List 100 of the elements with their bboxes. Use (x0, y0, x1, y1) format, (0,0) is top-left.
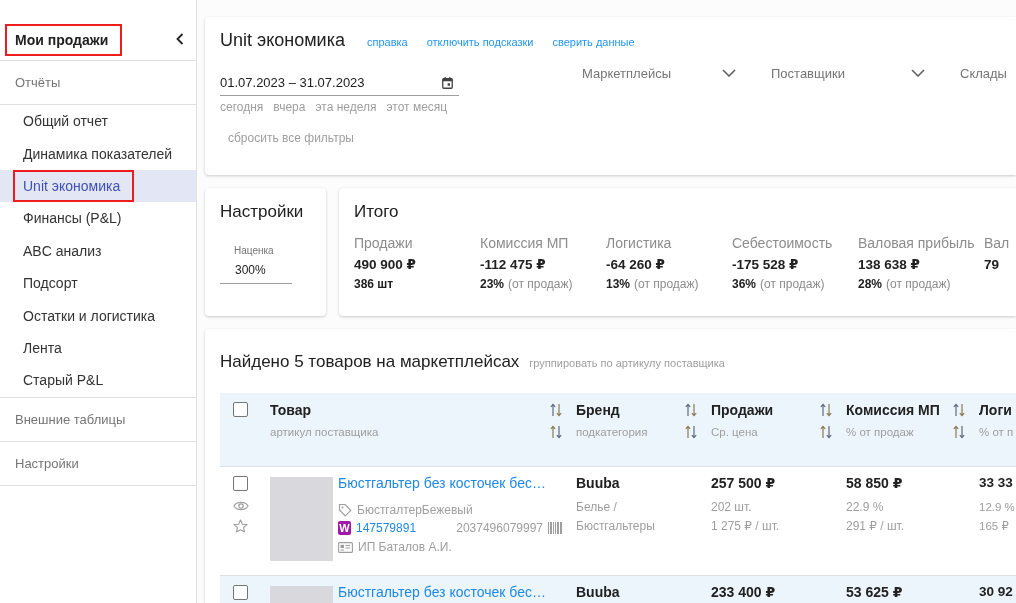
nav-item[interactable]: Старый P&L (0, 364, 196, 397)
sort-icon[interactable] (685, 403, 697, 417)
metric-label: Себестоимость (732, 234, 833, 252)
id-card-icon (338, 541, 353, 553)
sort-icon[interactable] (953, 403, 965, 417)
eye-icon[interactable] (233, 500, 249, 512)
commission-share: 22.9 % (846, 499, 884, 516)
filter-dropdown[interactable]: Маркетплейсы (582, 63, 736, 83)
chevron-down-icon[interactable] (911, 69, 925, 77)
logistics-per-unit: 165 ₽ (979, 519, 1009, 534)
column-header[interactable]: Логи (979, 401, 1010, 419)
category-text: Белье / Бюстгальтеры (576, 499, 656, 535)
checkbox[interactable] (233, 402, 248, 417)
metric-value: -64 260 ₽ (606, 256, 665, 274)
nav-item[interactable]: Лента (0, 331, 196, 365)
column-subheader[interactable]: подкатегория (576, 424, 697, 440)
sort-icon[interactable] (550, 403, 562, 417)
metric-label: Продажи (354, 234, 413, 252)
sidebar-title: Мои продажи (15, 31, 109, 49)
metric-label: Вал (984, 234, 1010, 252)
metric-value: -175 528 ₽ (732, 256, 799, 274)
quick-date-link[interactable]: этот месяц (386, 99, 448, 115)
sort-icon[interactable] (953, 425, 965, 439)
table-row[interactable]: Бюстгальтер без косточек бес… БюстгалтерБежевый W 147579891 2037496079997 ИП Баталов А.И. Buuba Белье / Бюстгальтеры 257 500 ₽ 202 шт. 1 275 ₽ / шт. 58 850 ₽ 22.9 % 291 ₽ / шт. 33 33 12.9 % 165 ₽ (220, 466, 1016, 575)
metric-value: 79 (984, 256, 1000, 274)
commission-per-unit: 291 ₽ / шт. (846, 518, 905, 535)
star-icon[interactable] (233, 519, 248, 533)
quick-date-link[interactable]: эта неделя (315, 99, 377, 115)
chevron-left-icon[interactable] (176, 32, 184, 45)
metric-note: (от продаж) (760, 276, 825, 292)
metric-note: (от продаж) (634, 276, 699, 292)
help-link[interactable]: отключить подсказки (426, 36, 534, 48)
column-header[interactable]: Бренд (576, 401, 697, 419)
column-header[interactable]: Товар (270, 401, 562, 419)
checkbox[interactable] (233, 585, 248, 600)
card-title: Итого (354, 201, 400, 223)
commission-value: 58 850 ₽ (846, 474, 903, 492)
table-title: Найдено 5 товаров на маркетплейсах (220, 351, 520, 373)
column-header[interactable]: Продажи (711, 401, 832, 419)
chevron-down-icon[interactable] (722, 69, 736, 77)
quick-date-link[interactable]: вчера (273, 99, 306, 115)
page-title: Unit экономика (220, 29, 345, 52)
table-row[interactable]: Бюстгальтер без косточек бес… Buuba 233 400 ₽ 53 625 ₽ 30 92 (220, 575, 1016, 603)
product-link[interactable]: Бюстгальтер без косточек бес… (338, 474, 546, 492)
column-subheader[interactable]: артикул поставщика (270, 424, 562, 440)
column-subheader[interactable]: % от продаж (846, 424, 965, 440)
sort-icon[interactable] (550, 425, 562, 439)
article-link[interactable]: 147579891 (356, 520, 417, 536)
nav-group-label[interactable]: Настройки (15, 455, 79, 471)
metric-note: (от продаж) (508, 276, 573, 292)
nav-item[interactable]: Unit экономика (0, 169, 196, 203)
nav-item[interactable]: Подсорт (0, 266, 196, 300)
nav-group-label[interactable]: Внешние таблицы (15, 411, 126, 427)
logistics-value: 30 92 (979, 583, 1013, 601)
checkbox[interactable] (233, 476, 248, 491)
metric-note: (от продаж) (886, 276, 951, 292)
sales-quantity: 202 шт. (711, 499, 752, 516)
commission-value: 53 625 ₽ (846, 583, 903, 601)
markup-field[interactable]: Наценка 300% (220, 245, 292, 284)
average-price: 1 275 ₽ / шт. (711, 518, 780, 535)
product-tag: БюстгалтерБежевый (357, 502, 473, 518)
metric-share: 36% (732, 276, 757, 292)
metric-value: 490 900 ₽ (354, 256, 416, 274)
group-link[interactable]: группировать по артикулу поставщика (529, 357, 725, 369)
seller-name: ИП Баталов А.И. (358, 539, 452, 555)
column-header[interactable]: Комиссия МП (846, 401, 965, 419)
metric-label: Комиссия МП (480, 234, 569, 252)
nav-item[interactable]: Динамика показателей (0, 137, 196, 170)
product-link[interactable]: Бюстгальтер без косточек бес… (338, 583, 546, 601)
column-subheader[interactable]: Ср. цена (711, 424, 832, 440)
nav-item[interactable]: Остатки и логистика (0, 299, 196, 332)
sort-icon[interactable] (820, 425, 832, 439)
logistics-value: 33 33 (979, 474, 1013, 492)
nav-item[interactable]: Финансы (P&L) (0, 202, 196, 235)
nav-item[interactable]: Общий отчет (0, 105, 196, 138)
sort-icon[interactable] (685, 425, 697, 439)
metric-share: 23% (480, 276, 505, 292)
sales-value: 257 500 ₽ (711, 474, 776, 492)
date-range-field[interactable]: 01.07.2023 – 31.07.2023 (220, 63, 459, 96)
nav-item[interactable]: ABC анализ (0, 234, 196, 267)
help-link[interactable]: справка (366, 36, 408, 48)
brand-name: Buuba (576, 474, 620, 492)
photo-placeholder (270, 586, 333, 603)
brand-name: Buuba (576, 583, 620, 601)
tag-icon (338, 503, 352, 517)
calendar-icon[interactable] (442, 77, 453, 89)
metric-label: Валовая прибыль (858, 234, 975, 252)
filter-dropdown[interactable]: Поставщики (771, 63, 925, 83)
logistics-share: 12.9 % (979, 500, 1015, 515)
marketplace-badge: W (338, 521, 351, 535)
card-title: Настройки (220, 201, 305, 223)
quick-date-link[interactable]: сегодня (220, 99, 264, 115)
metric-share: 13% (606, 276, 631, 292)
nav-group-label[interactable]: Отчёты (15, 75, 61, 90)
metric-label: Логистика (606, 234, 672, 252)
barcode-number: 2037496079997 (456, 520, 543, 536)
help-link[interactable]: сверить данные (552, 36, 635, 48)
reset-filters-link[interactable]: сбросить все фильтры (228, 130, 354, 146)
filter-dropdown[interactable]: Склады (960, 63, 1007, 83)
sort-icon[interactable] (820, 403, 832, 417)
